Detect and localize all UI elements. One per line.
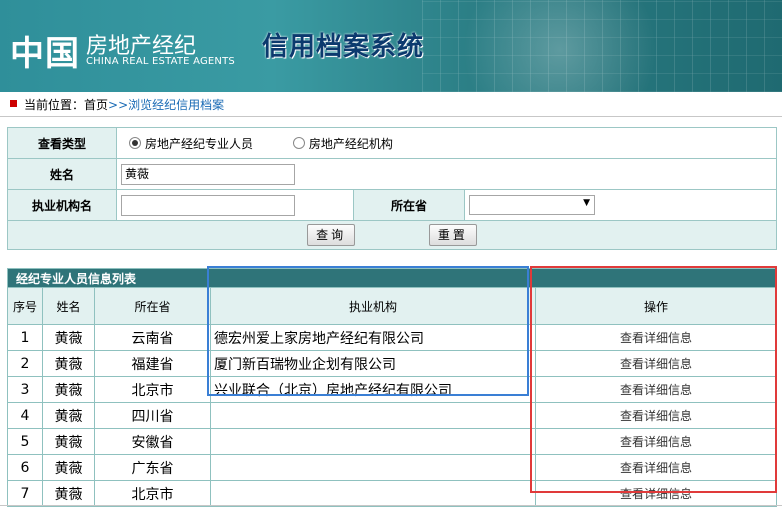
col-header-province: 所在省 <box>94 287 211 325</box>
cell-name: 黄薇 <box>42 454 95 481</box>
cell-province: 四川省 <box>94 402 211 429</box>
cell-province: 广东省 <box>94 454 211 481</box>
view-type-options: 房地产经纪专业人员 房地产经纪机构 <box>116 127 777 159</box>
header-banner: 中国 房地产经纪 CHINA REAL ESTATE AGENTS 信用档案系统 <box>0 0 782 92</box>
view-type-label: 查看类型 <box>7 127 117 159</box>
divider <box>0 505 782 506</box>
cell-no: 4 <box>7 402 43 429</box>
cell-no: 5 <box>7 428 43 455</box>
cell-province: 北京市 <box>94 376 211 403</box>
cell-province: 福建省 <box>94 350 211 377</box>
reset-button[interactable]: 重置 <box>428 224 477 246</box>
cell-name: 黄薇 <box>42 480 95 507</box>
logo-china: 中国 <box>10 34 80 74</box>
cell-province: 云南省 <box>94 324 211 351</box>
radio-org[interactable]: 房地产经纪机构 <box>292 135 393 152</box>
cell-no: 6 <box>7 454 43 481</box>
cell-no: 2 <box>7 350 43 377</box>
cell-no: 3 <box>7 376 43 403</box>
cell-no: 1 <box>7 324 43 351</box>
cell-no: 7 <box>7 480 43 507</box>
breadcrumb-label: 当前位置： <box>24 98 85 112</box>
cell-province: 安徽省 <box>94 428 211 455</box>
breadcrumb-home[interactable]: 首页 <box>84 98 108 112</box>
province-label: 所在省 <box>353 189 465 221</box>
col-header-name: 姓名 <box>42 287 95 325</box>
highlight-box-actions <box>530 266 777 493</box>
cell-province: 北京市 <box>94 480 211 507</box>
cell-org <box>210 454 536 481</box>
radio-org-icon <box>292 136 305 149</box>
radio-person-icon <box>129 136 141 149</box>
name-label: 姓名 <box>7 158 117 190</box>
cell-name: 黄薇 <box>42 428 95 455</box>
system-title: 信用档案系统 <box>262 32 425 62</box>
cell-name: 黄薇 <box>42 402 95 429</box>
breadcrumb-marker-icon <box>10 100 17 107</box>
radio-org-label: 房地产经纪机构 <box>308 136 393 151</box>
breadcrumb-current[interactable]: 浏览经纪信用档案 <box>128 98 224 112</box>
cell-name: 黄薇 <box>42 350 95 377</box>
name-input[interactable]: 黄薇 <box>121 163 295 185</box>
cell-org <box>210 428 536 455</box>
org-label: 执业机构名 <box>7 189 117 221</box>
org-input[interactable] <box>121 194 295 216</box>
dropdown-arrow-icon: ▼ <box>583 198 590 208</box>
cell-org <box>210 402 536 429</box>
form-buttons: 查询 重置 <box>7 220 777 250</box>
cell-name: 黄薇 <box>42 376 95 403</box>
query-button[interactable]: 查询 <box>307 224 356 246</box>
radio-person[interactable]: 房地产经纪专业人员 <box>129 135 253 152</box>
cell-name: 黄薇 <box>42 324 95 351</box>
province-select[interactable]: ▼ <box>469 195 595 215</box>
logo-english: CHINA REAL ESTATE AGENTS <box>86 56 235 67</box>
breadcrumb-separator: >> <box>108 98 129 112</box>
cell-org <box>210 480 536 507</box>
breadcrumb: 当前位置：首页>>浏览经纪信用档案 <box>0 92 782 117</box>
banner-glow <box>430 0 690 92</box>
search-form: 查看类型 房地产经纪专业人员 房地产经纪机构 姓名 黄薇 执业机构名 所在省 ▼… <box>7 127 777 250</box>
col-header-no: 序号 <box>7 287 43 325</box>
highlight-box-org <box>207 266 529 396</box>
radio-person-label: 房地产经纪专业人员 <box>145 136 254 151</box>
